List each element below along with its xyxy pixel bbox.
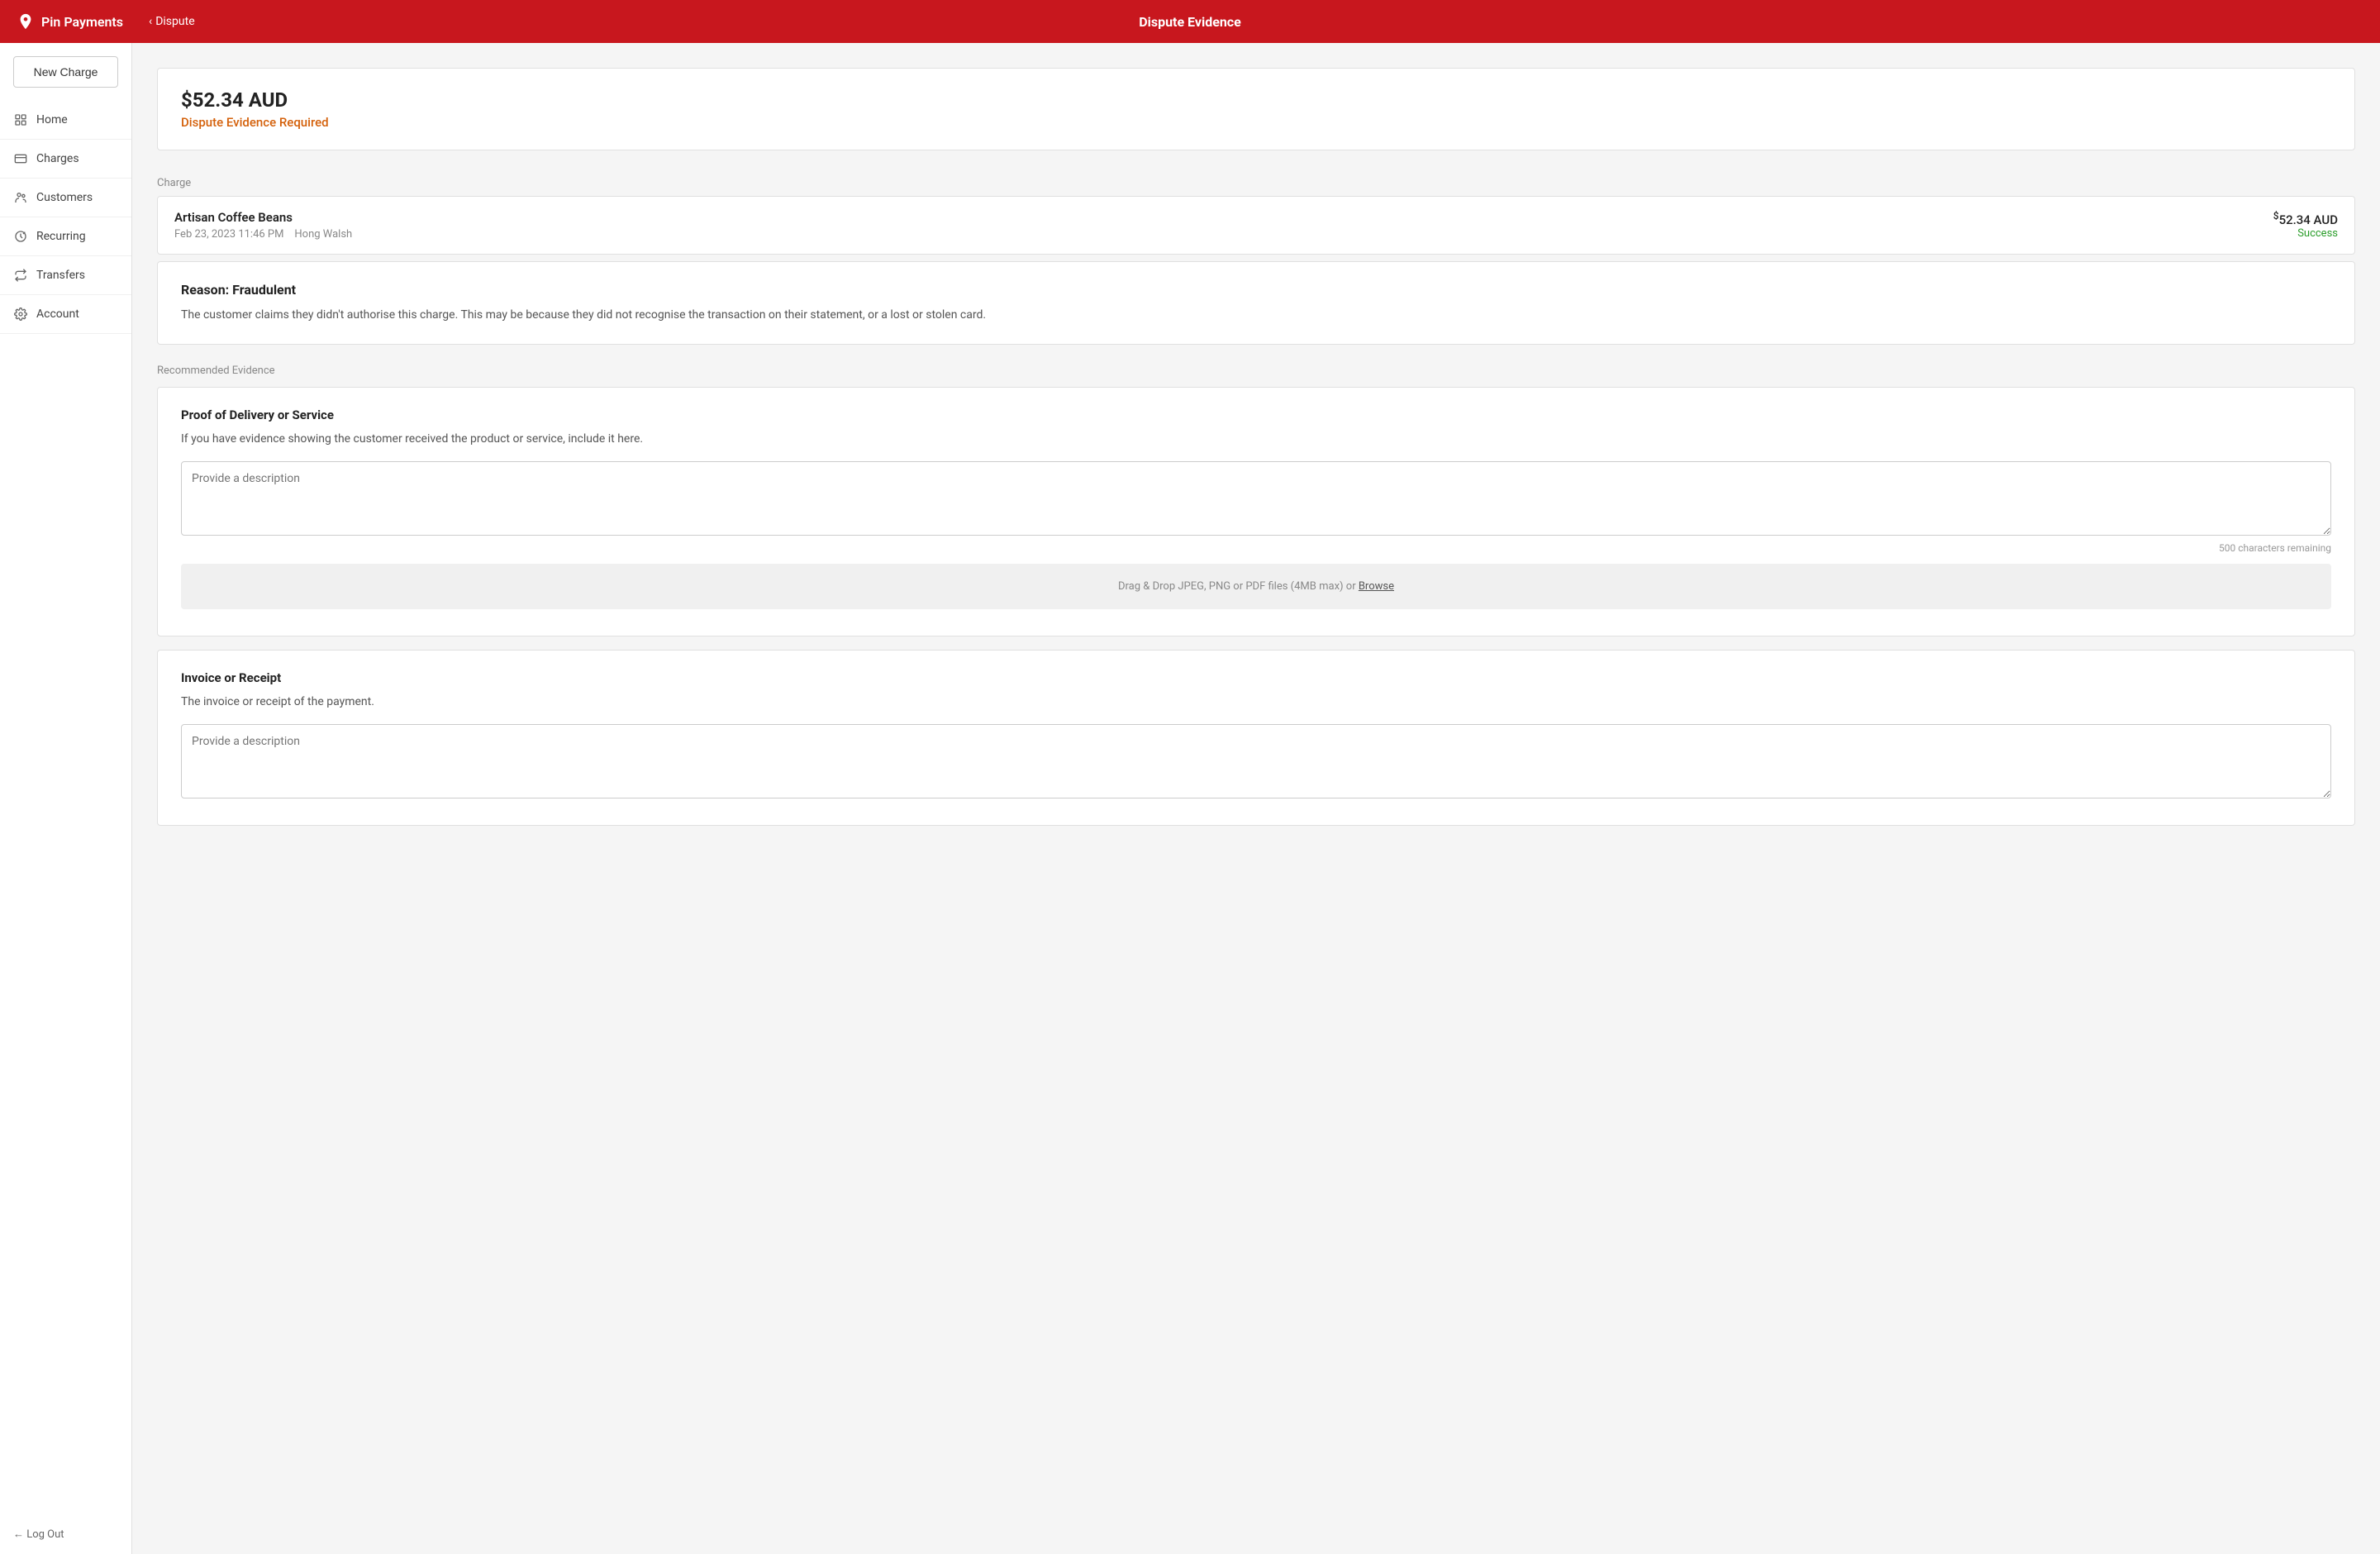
charge-date: Feb 23, 2023 11:46 PM [174, 228, 283, 241]
new-charge-button[interactable]: New Charge [13, 56, 118, 88]
brand-name: Pin Payments [41, 14, 123, 30]
charge-section-label: Charge [157, 164, 2355, 196]
sidebar-item-account-label: Account [36, 307, 79, 321]
transfers-icon [13, 268, 28, 283]
sidebar-item-recurring-label: Recurring [36, 230, 86, 243]
charges-icon [13, 151, 28, 166]
reason-description: The customer claims they didn't authoris… [181, 306, 2331, 324]
evidence-invoice-textarea[interactable] [181, 724, 2331, 798]
sidebar-item-customers-label: Customers [36, 191, 93, 204]
charge-status: Success [2273, 227, 2338, 240]
reason-card: Reason: Fraudulent The customer claims t… [157, 261, 2355, 345]
brand-logo[interactable]: Pin Payments [17, 12, 149, 31]
top-navigation: Pin Payments ‹ Dispute Dispute Evidence [0, 0, 2380, 43]
evidence-proof-description: If you have evidence showing the custome… [181, 431, 2331, 448]
evidence-section-invoice: Invoice or Receipt The invoice or receip… [157, 650, 2355, 826]
evidence-proof-title: Proof of Delivery or Service [181, 408, 2331, 422]
sidebar-item-charges[interactable]: Charges [0, 140, 131, 179]
evidence-invoice-description: The invoice or receipt of the payment. [181, 694, 2331, 711]
recommended-evidence-label: Recommended Evidence [157, 358, 2355, 377]
sidebar-item-customers[interactable]: Customers [0, 179, 131, 217]
back-link[interactable]: ‹ Dispute [149, 15, 195, 28]
dispute-status: Dispute Evidence Required [181, 115, 2331, 130]
sidebar-item-transfers-label: Transfers [36, 269, 85, 282]
charge-customer: Hong Walsh [294, 228, 352, 241]
file-drop-zone-proof[interactable]: Drag & Drop JPEG, PNG or PDF files (4MB … [181, 564, 2331, 609]
sidebar-item-home[interactable]: Home [0, 101, 131, 140]
back-chevron-icon: ‹ [149, 15, 152, 28]
dispute-amount: $52.34 AUD [181, 88, 2331, 112]
reason-title: Reason: Fraudulent [181, 282, 2331, 298]
page-title: Dispute Evidence [1139, 14, 1241, 30]
dollar-sign: $ [2273, 210, 2279, 222]
dispute-header-card: $52.34 AUD Dispute Evidence Required [157, 68, 2355, 150]
file-browse-link[interactable]: Browse [1359, 580, 1394, 593]
back-label: Dispute [155, 15, 194, 28]
evidence-invoice-title: Invoice or Receipt [181, 670, 2331, 685]
recurring-icon [13, 229, 28, 244]
charge-name: Artisan Coffee Beans [174, 210, 352, 225]
pin-icon [17, 12, 35, 31]
sidebar: New Charge Home Charges [0, 43, 132, 1554]
charge-meta: Feb 23, 2023 11:46 PM Hong Walsh [174, 228, 352, 241]
sidebar-item-transfers[interactable]: Transfers [0, 256, 131, 295]
account-icon [13, 307, 28, 322]
charge-row: Artisan Coffee Beans Feb 23, 2023 11:46 … [157, 196, 2355, 255]
charge-amount-number: 52.34 AUD [2279, 212, 2338, 227]
sidebar-nav: Home Charges Customers [0, 101, 131, 334]
charge-amount-value: $52.34 AUD [2273, 210, 2338, 227]
evidence-proof-textarea[interactable] [181, 461, 2331, 536]
charge-amount: $52.34 AUD Success [2273, 210, 2338, 240]
sidebar-item-home-label: Home [36, 113, 68, 126]
sidebar-item-account[interactable]: Account [0, 295, 131, 334]
evidence-proof-char-count: 500 characters remaining [181, 542, 2331, 554]
customers-icon [13, 190, 28, 205]
file-drop-text: Drag & Drop JPEG, PNG or PDF files (4MB … [1118, 580, 1356, 593]
main-content: $52.34 AUD Dispute Evidence Required Cha… [132, 43, 2380, 1554]
home-icon [13, 112, 28, 127]
charge-section: Charge Artisan Coffee Beans Feb 23, 2023… [157, 164, 2355, 255]
logout-link[interactable]: ← Log Out [0, 1514, 131, 1554]
sidebar-item-recurring[interactable]: Recurring [0, 217, 131, 256]
sidebar-item-charges-label: Charges [36, 152, 79, 165]
evidence-section-proof-of-delivery: Proof of Delivery or Service If you have… [157, 387, 2355, 636]
charge-info: Artisan Coffee Beans Feb 23, 2023 11:46 … [174, 210, 352, 241]
